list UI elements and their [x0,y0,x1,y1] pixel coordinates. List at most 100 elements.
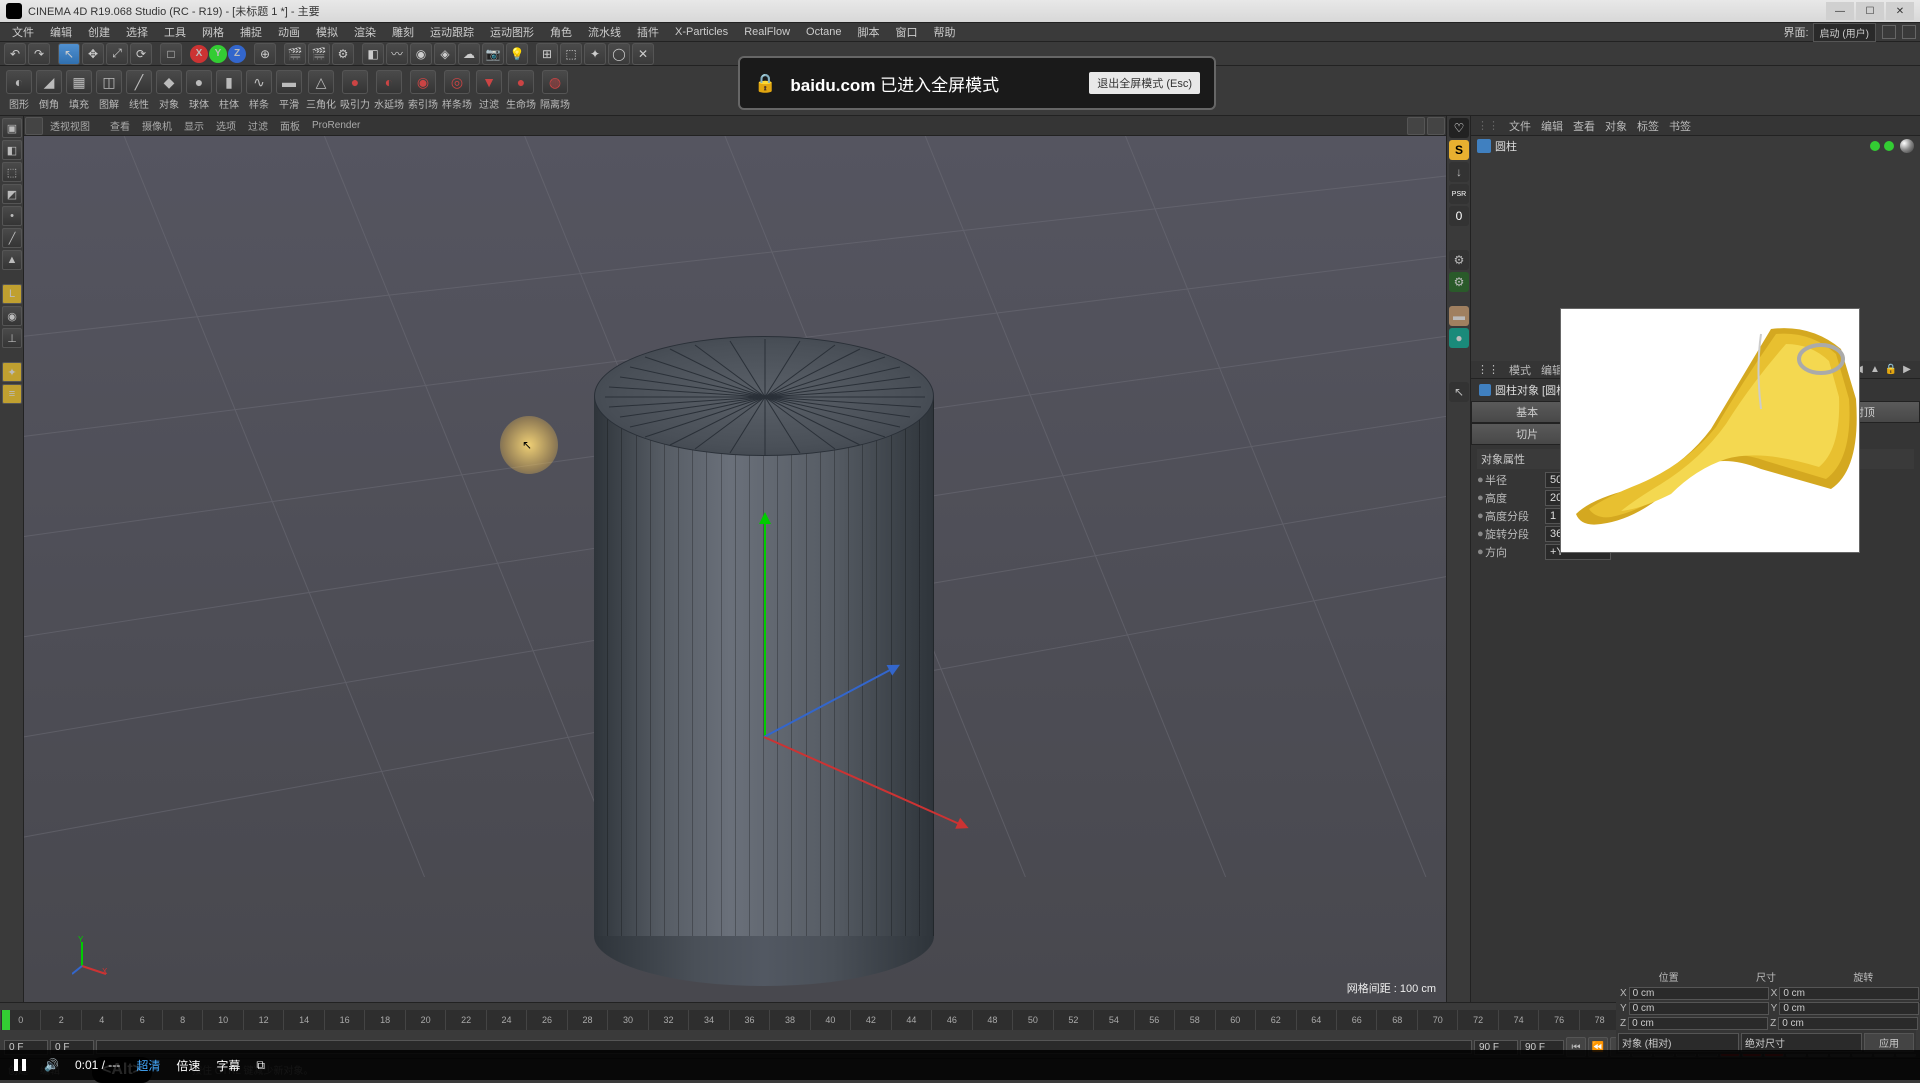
objtab-object[interactable]: 对象 [1605,118,1627,134]
timeline-playhead[interactable] [2,1010,10,1030]
video-subtitle[interactable]: 字幕 [216,1057,240,1074]
layout-square-2[interactable] [1902,25,1916,39]
menu-script[interactable]: 脚本 [850,24,888,40]
linear-tool-icon[interactable]: ╱ [126,70,152,94]
menu-sculpt[interactable]: 雕刻 [384,24,422,40]
render-settings-button[interactable]: ⚙ [332,43,354,65]
view-menu-display[interactable]: 显示 [178,118,210,133]
view-menu-filter[interactable]: 过滤 [242,118,274,133]
video-speed[interactable]: 倍速 [176,1057,200,1074]
viewport-solo-button[interactable]: ◉ [2,306,22,326]
objtab-edit[interactable]: 编辑 [1541,118,1563,134]
bevel-tool-icon[interactable]: ◢ [36,70,62,94]
menu-create[interactable]: 创建 [80,24,118,40]
index-field-icon[interactable]: ◉ [410,70,436,94]
light-tool[interactable]: 💡 [506,43,528,65]
shape-tool-icon[interactable]: ◐ [6,70,32,94]
generator-tool[interactable]: ◉ [410,43,432,65]
tweak-button[interactable]: ✕ [632,43,654,65]
make-editable-button[interactable]: ▣ [2,118,22,138]
exit-fullscreen-button[interactable]: 退出全屏模式 (Esc) [1089,72,1200,94]
render-region-button[interactable]: 🎬 [308,43,330,65]
modeling-button[interactable]: ✦ [584,43,606,65]
menu-snap[interactable]: 捕捉 [232,24,270,40]
layout-square-1[interactable] [1882,25,1896,39]
cylinder-object[interactable] [594,336,934,986]
menu-window[interactable]: 窗口 [888,24,926,40]
phong-tag-icon[interactable] [1900,139,1914,153]
object-tool-icon[interactable]: ◆ [156,70,182,94]
smooth-tool-icon[interactable]: ▬ [276,70,302,94]
rotate-tool[interactable]: ⟳ [130,43,152,65]
cylinder-tool-icon[interactable]: ▮ [216,70,242,94]
view-menu-panel[interactable]: 面板 [274,118,306,133]
diagram-tool-icon[interactable]: ◫ [96,70,122,94]
video-pip-button[interactable]: ⧉ [256,1058,265,1073]
scale-tool[interactable]: ⤢ [106,43,128,65]
green-gear-icon[interactable]: ⚙ [1449,272,1469,292]
tan-slot-icon[interactable]: ▬ [1449,306,1469,326]
timeline-ruler[interactable]: 0246810121416182022242628303234363840424… [0,1010,1862,1030]
layout-selector[interactable]: 启动 (用户) [1813,23,1876,42]
menu-xparticles[interactable]: X-Particles [667,26,736,38]
attr-tab-mode[interactable]: 模式 [1509,362,1531,378]
dark-slot-1[interactable]: ↓ [1449,162,1469,182]
coord-y-pos[interactable] [1629,1002,1769,1015]
3d-viewport[interactable]: ↖ Y X 网格间距 : 100 cm [24,136,1446,1002]
isolate-field-icon[interactable]: ◍ [542,70,568,94]
coord-z-size[interactable] [1778,1017,1918,1030]
menu-edit[interactable]: 编辑 [42,24,80,40]
menu-mesh[interactable]: 网格 [194,24,232,40]
menu-animate[interactable]: 动画 [270,24,308,40]
visibility-editor-dot[interactable] [1870,141,1880,151]
minimize-button[interactable]: — [1826,2,1854,20]
snap-toggle[interactable]: ⊞ [536,43,558,65]
close-button[interactable]: ✕ [1886,2,1914,20]
xray-button[interactable]: ✦ [2,362,22,382]
menu-simulate[interactable]: 模拟 [308,24,346,40]
objtab-file[interactable]: 文件 [1509,118,1531,134]
teal-slot-icon[interactable]: ● [1449,328,1469,348]
filter-field-icon[interactable]: ▼ [476,70,502,94]
attract-tool-icon[interactable]: ● [342,70,368,94]
spline-tool-icon[interactable]: ∿ [246,70,272,94]
select-tool[interactable]: ↖ [58,43,80,65]
menu-character[interactable]: 角色 [542,24,580,40]
environment-tool[interactable]: ☁ [458,43,480,65]
menu-render[interactable]: 渲染 [346,24,384,40]
video-quality[interactable]: 超清 [136,1057,160,1074]
coord-y-size[interactable] [1779,1002,1919,1015]
video-volume-button[interactable]: 🔊 [44,1058,59,1072]
panel-grip-icon[interactable]: ⋮⋮ [1477,119,1499,132]
video-pause-button[interactable] [12,1057,28,1073]
camera-tool[interactable]: 📷 [482,43,504,65]
polygon-mode-button[interactable]: ▲ [2,250,22,270]
spline-field-icon[interactable]: ◎ [444,70,470,94]
objtab-tags[interactable]: 标签 [1637,118,1659,134]
s-badge-icon[interactable]: S [1449,140,1469,160]
favorite-icon[interactable]: ♡ [1449,118,1469,138]
redo-button[interactable]: ↷ [28,43,50,65]
cube-primitive[interactable]: ◧ [362,43,384,65]
triangulate-tool-icon[interactable]: △ [308,70,334,94]
viewport-config-icon[interactable] [25,117,43,135]
attr-nav-up[interactable]: ▲ [1868,363,1882,377]
axis-y-lock[interactable]: Y [209,45,227,63]
gear-icon[interactable]: ⚙ [1449,250,1469,270]
model-mode-button[interactable]: ◧ [2,140,22,160]
life-field-icon[interactable]: ● [508,70,534,94]
last-tool[interactable]: □ [160,43,182,65]
objtab-view[interactable]: 查看 [1573,118,1595,134]
coord-system-button[interactable]: ⊕ [254,43,276,65]
menu-select[interactable]: 选择 [118,24,156,40]
object-name[interactable]: 圆柱 [1495,138,1868,154]
viewport-nav-icon[interactable] [1407,117,1425,135]
reference-image[interactable] [1560,308,1860,553]
axis-z-lock[interactable]: Z [228,45,246,63]
normal-mode-button[interactable]: ⊥ [2,328,22,348]
coord-x-size[interactable] [1779,987,1919,1000]
fill-tool-icon[interactable]: ▦ [66,70,92,94]
visibility-render-dot[interactable] [1884,141,1894,151]
soft-select[interactable]: ◯ [608,43,630,65]
view-menu-prorender[interactable]: ProRender [306,120,366,131]
